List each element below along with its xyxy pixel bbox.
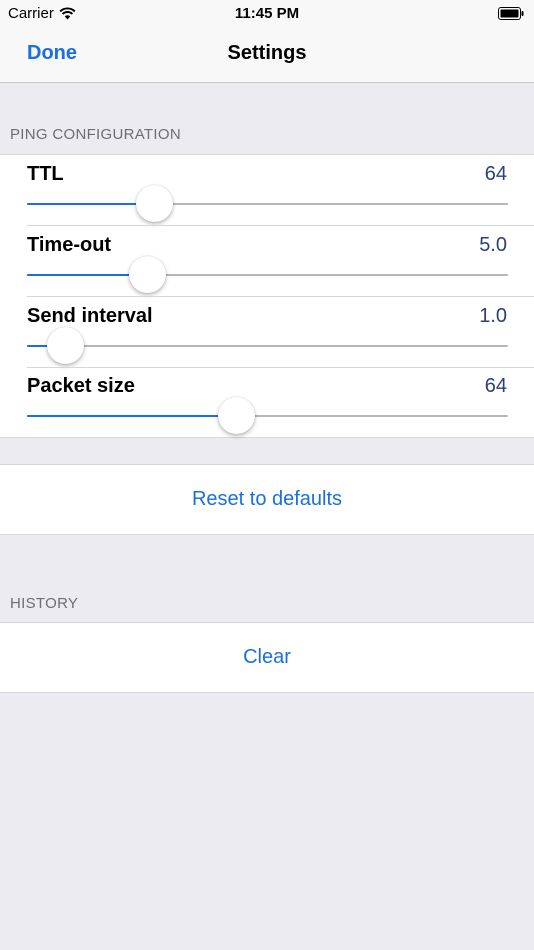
slider-label: Time-out: [27, 234, 112, 256]
send-interval-slider-thumb[interactable]: [46, 327, 84, 364]
slider-value: 5.0: [479, 234, 507, 256]
packet-size-slider-track[interactable]: [27, 397, 508, 434]
time-out-slider-thumb[interactable]: [128, 256, 166, 293]
status-time: 11:45 PM: [234, 5, 300, 22]
slider-fill: [27, 415, 237, 417]
ttl-slider-thumb[interactable]: [135, 185, 173, 222]
section-header-ping-configuration: PING CONFIGURATION: [10, 126, 181, 143]
battery-icon: [498, 7, 524, 20]
send-interval-slider-track[interactable]: [27, 327, 508, 364]
slider-value: 64: [484, 375, 507, 397]
slider-row-time-out: Time-out 5.0: [0, 226, 534, 297]
navigation-bar: Carrier 11:45 PM Done Settings: [0, 0, 534, 83]
packet-size-slider-thumb[interactable]: [217, 397, 255, 434]
reset-to-defaults-button[interactable]: Reset to defaults: [0, 464, 534, 535]
slider-row-packet-size: Packet size 64: [0, 367, 534, 438]
section-header-history: HISTORY: [10, 595, 79, 612]
status-bar: Carrier 11:45 PM: [0, 0, 534, 28]
ping-configuration-group: TTL 64 Time-out 5.0 Send interval 1.0 Pa…: [0, 154, 534, 438]
slider-value: 1.0: [479, 305, 507, 327]
slider-value: 64: [484, 163, 507, 185]
ttl-slider-track[interactable]: [27, 185, 508, 222]
nav-header: Done Settings: [0, 28, 534, 82]
page-title: Settings: [227, 42, 307, 64]
slider-label: Packet size: [27, 375, 135, 397]
slider-label: Send interval: [27, 305, 153, 327]
slider-label: TTL: [27, 163, 64, 185]
slider-row-ttl: TTL 64: [0, 155, 534, 226]
time-out-slider-track[interactable]: [27, 256, 508, 293]
slider-row-send-interval: Send interval 1.0: [0, 297, 534, 368]
clear-history-button[interactable]: Clear: [0, 622, 534, 693]
